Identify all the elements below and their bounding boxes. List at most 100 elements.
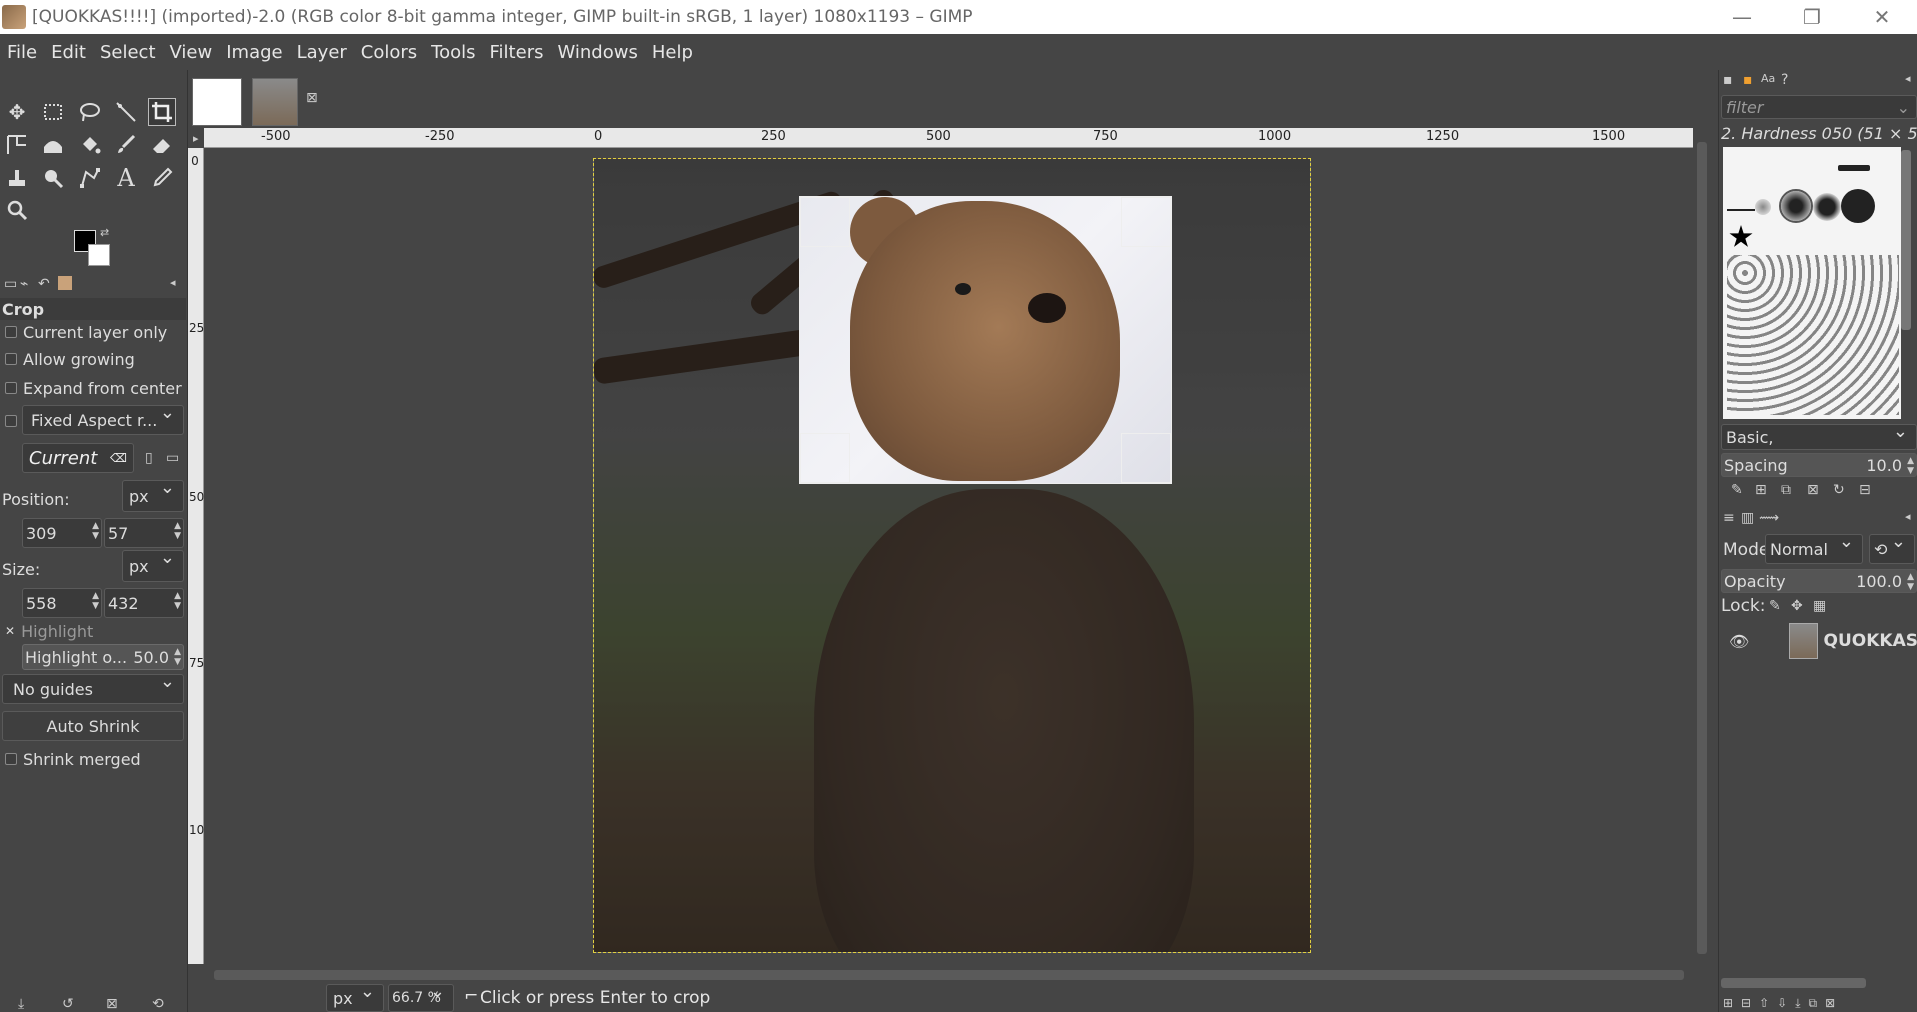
paths-tab-icon[interactable]: ⟿ [1759,510,1779,526]
paths-tool-icon[interactable] [76,164,104,192]
quick-mask-icon[interactable]: ▸ [193,132,199,145]
new-brush-icon[interactable]: ⊞ [1755,482,1767,498]
menu-tools[interactable]: Tools [424,42,482,63]
bucket-fill-tool-icon[interactable] [76,131,104,159]
guides-dropdown[interactable]: No guides [2,671,184,704]
open-brush-icon[interactable]: ⊟ [1859,482,1871,498]
device-status-tab-icon[interactable]: ⌁ [20,276,28,292]
close-button[interactable]: ✕ [1847,0,1917,34]
brush-item[interactable] [1841,189,1875,223]
position-x-input[interactable]: 309 ▲ ▼ [22,518,102,548]
edit-brush-icon[interactable]: ✎ [1731,482,1743,498]
spin-icon[interactable]: ▲ ▼ [174,647,181,667]
zoom-tool-icon[interactable] [3,196,31,224]
horizontal-scroll-track[interactable] [214,970,1684,980]
maximize-button[interactable]: ❐ [1777,0,1847,34]
lock-pixels-icon[interactable]: ✎ [1769,598,1781,614]
landscape-icon[interactable]: ▭ [166,450,179,466]
opacity-slider[interactable]: Opacity 100.0 ▲ ▼ [1721,569,1917,593]
configure-tab-icon[interactable]: ◂ [1905,72,1911,85]
configure-tab-icon[interactable]: ◂ [170,276,176,289]
lock-alpha-icon[interactable]: ▦ [1813,598,1826,614]
fonts-tab-icon[interactable]: Aa [1761,72,1775,85]
text-tool-icon[interactable]: A [112,164,140,192]
vertical-scrollbar[interactable] [1693,128,1709,964]
unit-dropdown[interactable]: px [326,981,384,1012]
rect-select-tool-icon[interactable] [39,98,67,126]
clone-tool-icon[interactable] [3,164,31,192]
swap-colors-icon[interactable]: ⇄ [100,226,109,239]
canvas[interactable] [204,148,1693,964]
crop-tool-icon[interactable] [148,98,176,126]
image-tab-quokka[interactable] [252,78,298,126]
current-layer-only-checkbox[interactable]: Current layer only [0,321,186,343]
layers-scrollbar[interactable] [1721,978,1866,988]
close-tab-icon[interactable]: ⊠ [306,90,318,106]
brushes-tab-icon[interactable]: ▪ [1723,72,1733,88]
image-tab-blank[interactable] [192,78,242,126]
menu-image[interactable]: Image [219,42,289,63]
spin-icon[interactable]: ▲ ▼ [174,521,181,541]
patterns-tab-icon[interactable]: ▪ [1743,72,1753,88]
aspect-ratio-input[interactable]: Current ⌫ [22,443,134,473]
brush-texture-grid[interactable] [1727,255,1899,415]
brush-item[interactable] [1813,193,1841,221]
menu-colors[interactable]: Colors [354,42,424,63]
delete-options-icon[interactable]: ⊠ [106,996,118,1012]
fixed-aspect-dropdown[interactable]: Fixed Aspect r... [22,402,184,435]
position-unit-dropdown[interactable]: px [122,477,184,512]
brush-preset-dropdown[interactable]: Basic, [1721,421,1917,450]
refresh-brushes-icon[interactable]: ↻ [1833,482,1845,498]
brush-scrollbar[interactable] [1901,150,1911,330]
spin-icon[interactable]: ▲ ▼ [92,521,99,541]
spin-icon[interactable]: ▲ ▼ [1907,456,1914,476]
brush-filter-input[interactable]: filter ⌄ [1721,95,1917,119]
menu-edit[interactable]: Edit [44,42,93,63]
crop-rectangle[interactable] [799,196,1172,484]
crop-handle-bottom-left[interactable] [800,433,850,483]
highlight-checkbox[interactable]: ✕ Highlight [0,620,186,642]
eraser-tool-icon[interactable] [148,131,176,159]
horizontal-scrollbar[interactable] [204,964,1693,984]
reset-options-icon[interactable]: ⟲ [152,996,164,1012]
lock-position-icon[interactable]: ✥ [1791,598,1803,614]
warp-tool-icon[interactable] [39,131,67,159]
crop-handle-bottom-right[interactable] [1121,433,1171,483]
fixed-aspect-checkbox[interactable] [5,415,17,427]
size-height-input[interactable]: 432 ▲ ▼ [104,588,184,618]
auto-shrink-button[interactable]: Auto Shrink [2,711,184,741]
brush-grid[interactable] [1723,147,1901,419]
minimize-button[interactable]: — [1707,0,1777,34]
duplicate-brush-icon[interactable]: ⧉ [1781,482,1791,498]
layer-actions-icons[interactable]: ⊞⊟⇧⇩⤓⧉⊠ [1723,996,1843,1011]
configure-tab-icon[interactable]: ◂ [1905,510,1911,523]
layer-name[interactable]: QUOKKAS [1824,631,1917,651]
clear-field-icon[interactable]: ⌫ [110,451,127,465]
undo-history-tab-icon[interactable]: ↶ [38,276,50,292]
lasso-tool-icon[interactable] [76,98,104,126]
move-tool-icon[interactable]: ✥ [3,98,31,126]
crop-handle-top-right[interactable] [1121,197,1171,247]
menu-view[interactable]: View [163,42,220,63]
crop-handle-top-left[interactable] [800,197,850,247]
allow-growing-checkbox[interactable]: Allow growing [0,348,186,370]
star-brush[interactable] [1729,225,1753,247]
smudge-tool-icon[interactable] [39,164,67,192]
zoom-dropdown[interactable]: 66.7 % [388,981,454,1012]
tool-options-tab-icon[interactable]: ▭ [4,276,17,292]
images-tab-icon[interactable] [58,276,72,290]
channels-tab-icon[interactable]: ▥ [1741,510,1754,526]
selected-brush[interactable] [1779,189,1813,223]
portrait-icon[interactable]: ▯ [145,450,153,466]
menu-filters[interactable]: Filters [483,42,551,63]
menu-file[interactable]: File [0,42,44,63]
fuzzy-select-tool-icon[interactable] [112,98,140,126]
paintbrush-tool-icon[interactable] [112,131,140,159]
spacing-slider[interactable]: Spacing 10.0 ▲ ▼ [1721,453,1917,477]
color-picker-tool-icon[interactable] [148,164,176,192]
menu-windows[interactable]: Windows [550,42,644,63]
spin-icon[interactable]: ▲ ▼ [174,591,181,611]
brush-item[interactable] [1838,165,1870,171]
highlight-opacity-slider[interactable]: Highlight o... 50.0 ▲ ▼ [22,644,184,670]
size-unit-dropdown[interactable]: px [122,547,184,582]
